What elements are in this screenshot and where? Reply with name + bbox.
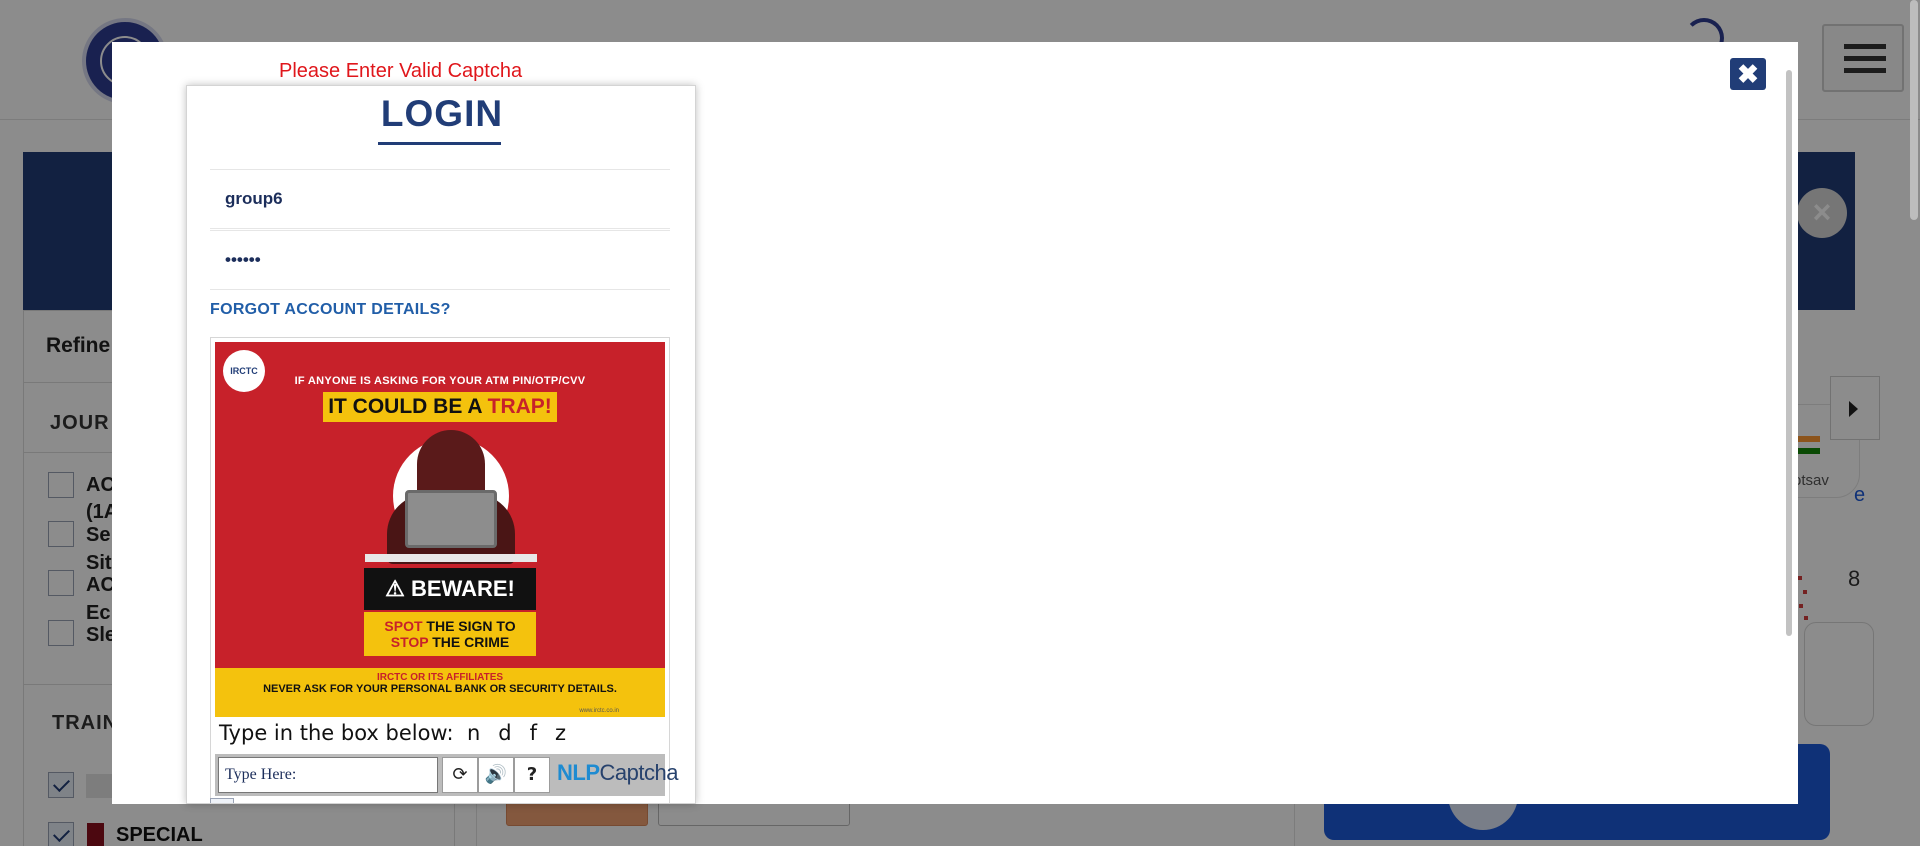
ad-headline-highlight: TRAP! (487, 395, 552, 418)
brand-nlp: NLP (557, 760, 600, 785)
password-input[interactable] (210, 230, 670, 290)
brand-captcha: Captcha (599, 760, 679, 785)
title-underline (378, 142, 501, 145)
ad-line: IF ANYONE IS ASKING FOR YOUR ATM PIN/OTP… (294, 375, 586, 387)
laptop-icon (405, 490, 497, 548)
ad-headline: IT COULD BE A TRAP! (323, 392, 557, 422)
security-ad-banner[interactable]: IRCTC IF ANYONE IS ASKING FOR YOUR ATM P… (215, 342, 665, 717)
ad-spot-rest: THE SIGN TO (426, 618, 516, 634)
help-icon[interactable]: ? (514, 757, 550, 793)
refresh-icon[interactable]: ⟳ (442, 757, 478, 793)
captcha-instruction: Type in the box below: (219, 721, 454, 745)
ad-footer-line2: NEVER ASK FOR YOUR PERSONAL BANK OR SECU… (263, 683, 617, 695)
ad-footer-line1: IRCTC OR ITS AFFILIATES (376, 672, 504, 683)
captcha-error-message: Please Enter Valid Captcha (279, 60, 523, 82)
login-card: LOGIN FORGOT ACCOUNT DETAILS? IRCTC IF A… (186, 85, 696, 804)
forgot-account-details-link[interactable]: FORGOT ACCOUNT DETAILS? (210, 301, 451, 319)
modal-scrollbar[interactable] (1786, 70, 1792, 636)
ad-headline-prefix: IT COULD BE A (328, 395, 482, 418)
page-scrollbar[interactable] (1910, 0, 1918, 220)
ad-footer: IRCTC OR ITS AFFILIATES NEVER ASK FOR YO… (215, 668, 665, 717)
captcha-input[interactable] (218, 757, 438, 793)
remember-checkbox[interactable] (210, 798, 234, 803)
captcha-toolbar: ⟳ 🔊 ? NLPCaptcha (215, 754, 678, 796)
ad-url: www.irctc.co.in (579, 708, 619, 714)
nlp-captcha-logo: NLPCaptcha (557, 760, 678, 786)
close-icon[interactable]: ✖ (1730, 58, 1766, 90)
ad-beware: ⚠ BEWARE! (364, 568, 536, 610)
username-input[interactable] (210, 169, 670, 229)
ad-stop-rest: THE CRIME (432, 634, 510, 650)
captcha-challenge-text: ndfz (467, 721, 585, 745)
ad-spot-text: SPOT THE SIGN TO STOP THE CRIME (364, 612, 536, 656)
ad-stop-word: STOP (390, 634, 429, 650)
audio-icon[interactable]: 🔊 (478, 757, 514, 793)
captcha-widget: IRCTC IF ANYONE IS ASKING FOR YOUR ATM P… (210, 337, 678, 803)
ad-spot-word: SPOT (384, 618, 423, 634)
login-title: LOGIN (380, 93, 504, 134)
login-modal: ✖ Please Enter Valid Captcha LOGIN FORGO… (112, 42, 1798, 804)
desk (365, 554, 537, 562)
